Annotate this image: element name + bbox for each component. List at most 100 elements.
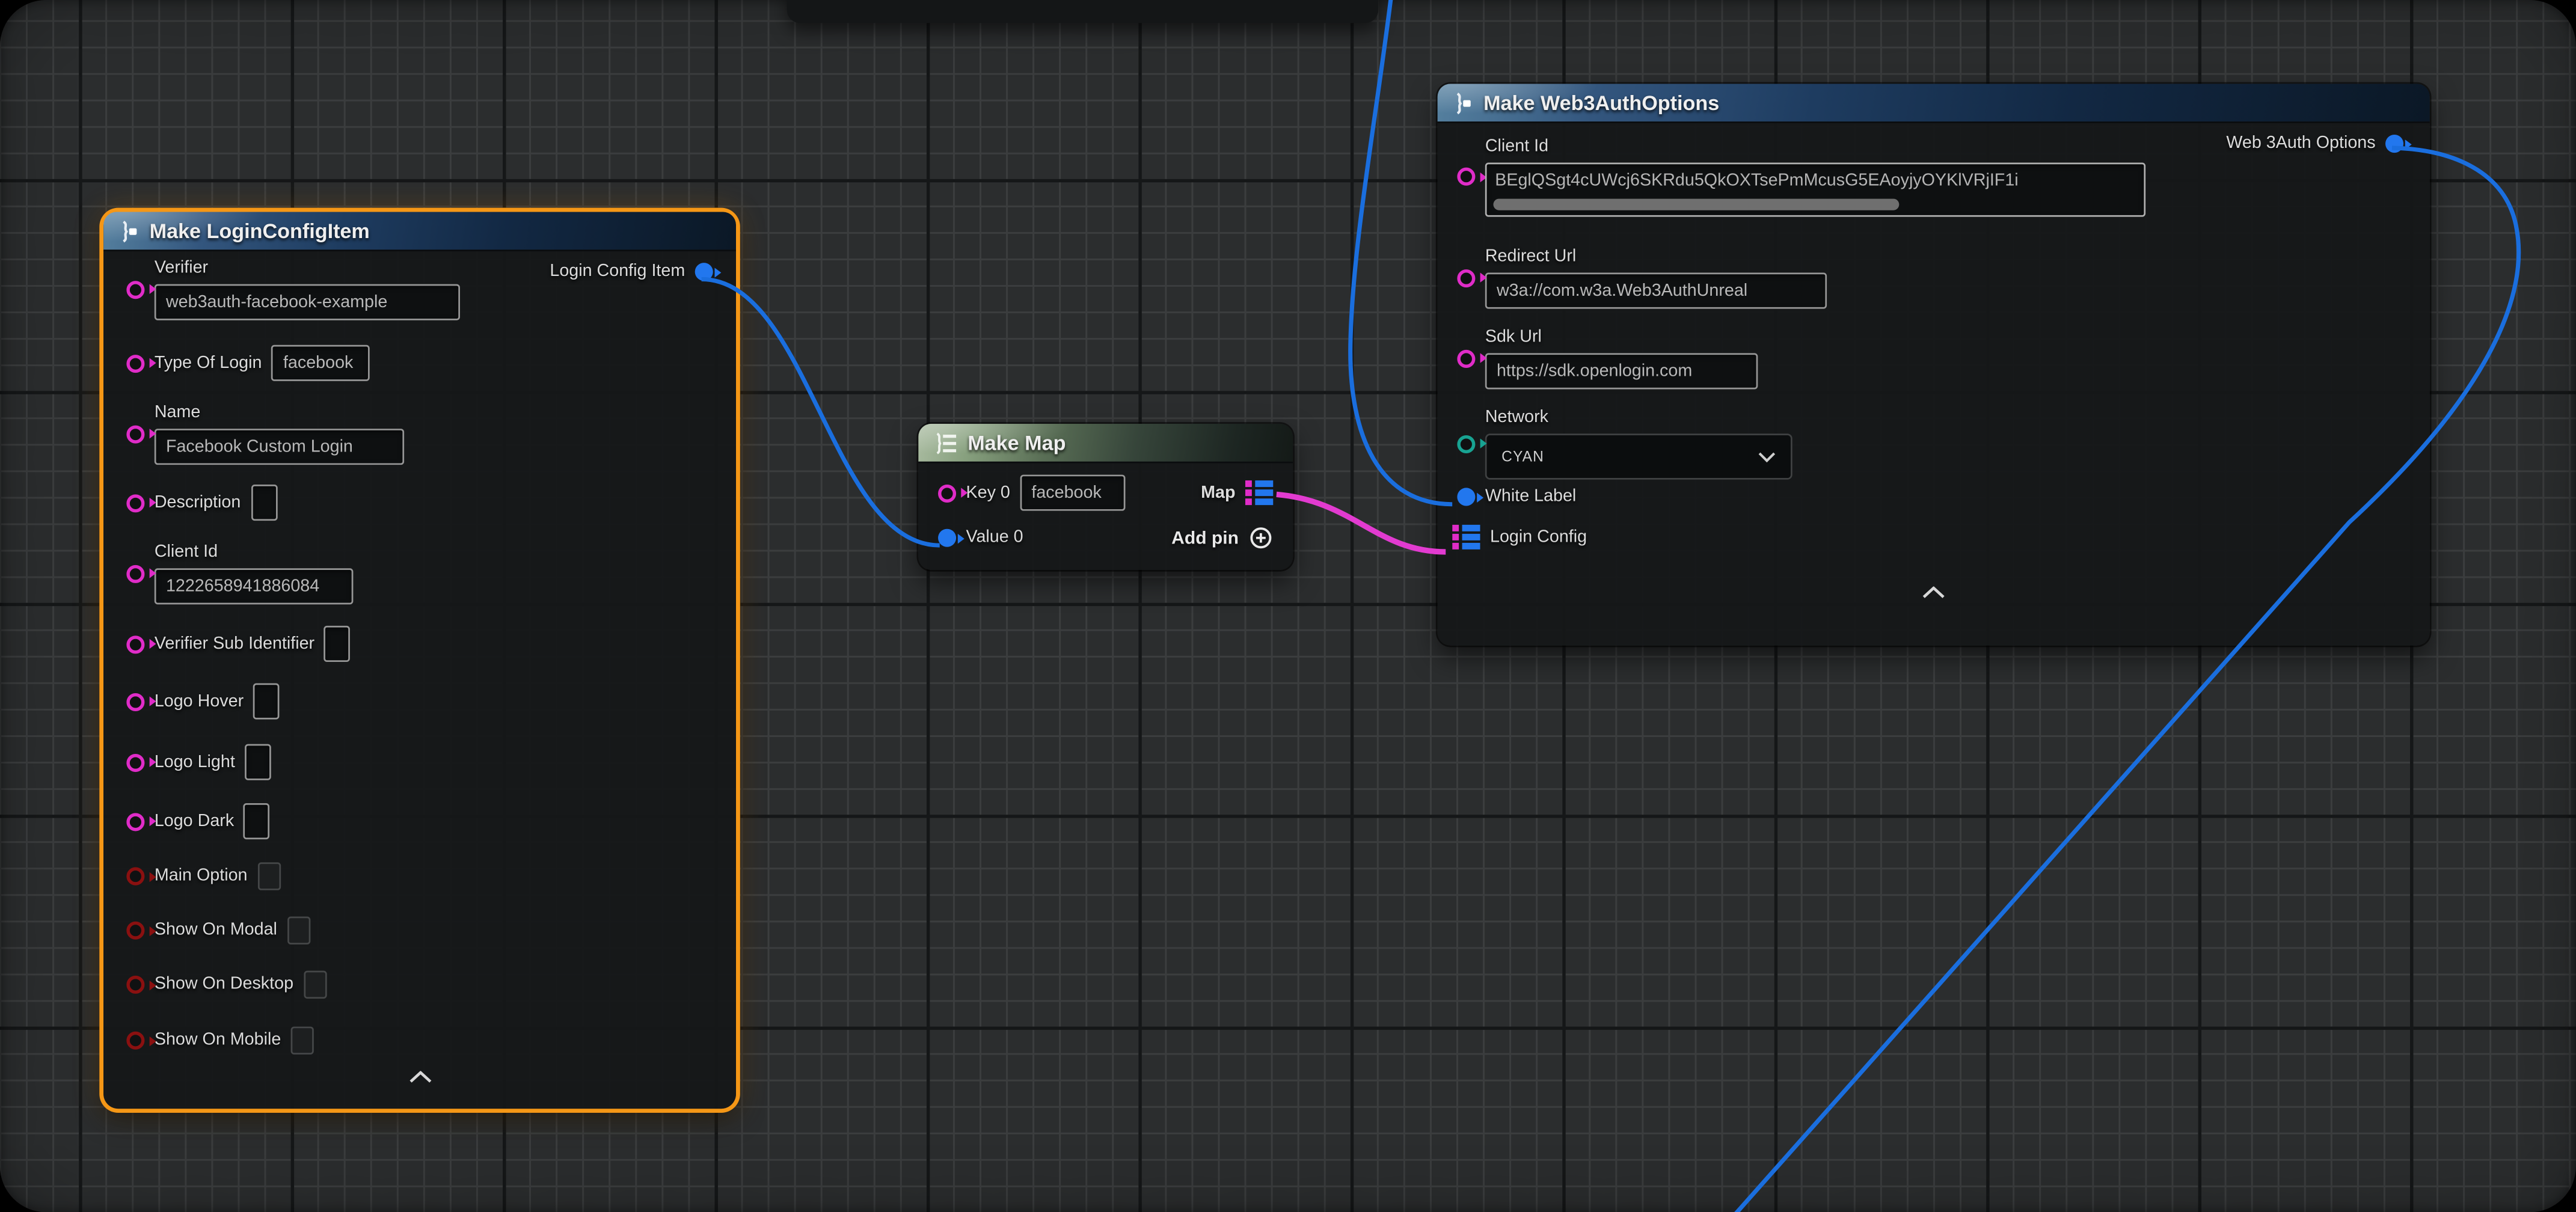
key0-input[interactable]: facebook — [1020, 475, 1125, 511]
show-on-mobile-checkbox[interactable] — [291, 1027, 314, 1054]
network-label: Network — [1485, 408, 1792, 429]
main-option-checkbox[interactable] — [257, 862, 280, 890]
redirect-url-input[interactable]: w3a://com.w3a.Web3AuthUnreal — [1485, 273, 1827, 309]
logo-hover-pin[interactable] — [126, 693, 144, 711]
chevron-down-icon — [1758, 451, 1776, 462]
login-config-label: Login Config — [1490, 527, 1587, 548]
pin-row-key0-map: Key 0 facebook Map — [938, 475, 1273, 511]
offscreen-node-bottom-edge[interactable] — [787, 0, 1379, 23]
redirect-url-pin[interactable] — [1457, 269, 1475, 287]
sdk-url-pin[interactable] — [1457, 349, 1475, 367]
node-header[interactable]: Make Map — [918, 424, 1293, 464]
pin-row-show-on-mobile: Show On Mobile — [126, 1027, 314, 1054]
add-pin-icon[interactable] — [1248, 525, 1273, 550]
map-output-label: Map — [1201, 482, 1235, 504]
node-header[interactable]: Make LoginConfigItem — [103, 212, 736, 251]
show-on-modal-checkbox[interactable] — [287, 917, 310, 944]
show-on-desktop-checkbox[interactable] — [303, 971, 326, 999]
show-on-mobile-pin[interactable] — [126, 1032, 144, 1050]
pin-row-white-label: White Label — [1457, 486, 1576, 508]
verifier-pin[interactable] — [126, 280, 144, 298]
pin-row-redirect-url: Redirect Url w3a://com.w3a.Web3AuthUnrea… — [1457, 246, 1827, 309]
pin-row-main-option: Main Option — [126, 862, 280, 890]
node-title: Make LoginConfigItem — [150, 219, 370, 242]
pin-row-sdk-url: Sdk Url https://sdk.openlogin.com — [1457, 327, 1758, 390]
logo-light-pin[interactable] — [126, 753, 144, 771]
node-make-web3authoptions[interactable]: Make Web3AuthOptions Web 3Auth Options C… — [1438, 84, 2430, 645]
client-id-label: Client Id — [1485, 136, 2145, 158]
pin-row-verifier-sub-identifier: Verifier Sub Identifier — [126, 626, 351, 662]
redirect-url-label: Redirect Url — [1485, 246, 1827, 268]
client-id-input[interactable]: BEglQSgt4cUWcj6SKRdu5QkOXTsePmMcusG5EAoy… — [1485, 162, 2145, 216]
node-title: Make Map — [968, 431, 1066, 454]
logo-light-label: Logo Light — [155, 751, 235, 773]
pin-row-logo-hover: Logo Hover — [126, 684, 280, 720]
output-pin-label: Web 3Auth Options — [2226, 133, 2375, 155]
output-pin-row: Login Config Item — [550, 261, 713, 283]
main-option-pin[interactable] — [126, 868, 144, 886]
web3auth-options-output-pin[interactable] — [2385, 135, 2403, 153]
value0-pin[interactable] — [938, 529, 956, 547]
node-make-loginconfigitem[interactable]: Make LoginConfigItem Login Config Item V… — [103, 212, 736, 1109]
verifier-input[interactable]: web3auth-facebook-example — [155, 284, 460, 320]
logo-light-input[interactable] — [245, 744, 271, 780]
pin-row-type-of-login: Type Of Login facebook — [126, 345, 370, 381]
key0-pin[interactable] — [938, 484, 956, 502]
client-id-pin[interactable] — [1457, 168, 1475, 186]
description-input[interactable] — [251, 485, 277, 521]
client-id-scrollbar[interactable] — [1493, 199, 1899, 210]
output-pin-label: Login Config Item — [550, 261, 685, 283]
type-of-login-label: Type Of Login — [155, 352, 262, 374]
pin-row-client-id: Client Id BEglQSgt4cUWcj6SKRdu5QkOXTsePm… — [1457, 136, 2145, 217]
network-selected-value: CYAN — [1501, 448, 1544, 465]
output-pin-row: Web 3Auth Options — [2226, 133, 2403, 155]
pin-row-name: Name Facebook Custom Login — [126, 402, 404, 465]
show-on-desktop-label: Show On Desktop — [155, 974, 293, 996]
pin-row-logo-light: Logo Light — [126, 744, 271, 780]
description-label: Description — [155, 492, 241, 513]
name-input[interactable]: Facebook Custom Login — [155, 429, 404, 465]
type-of-login-pin[interactable] — [126, 354, 144, 372]
add-pin-label[interactable]: Add pin — [1171, 528, 1239, 548]
pin-row-description: Description — [126, 485, 277, 521]
pin-row-logo-dark: Logo Dark — [126, 803, 270, 839]
white-label-pin[interactable] — [1457, 488, 1475, 506]
pin-row-show-on-desktop: Show On Desktop — [126, 971, 326, 999]
map-output-pin[interactable] — [1245, 480, 1273, 506]
collapse-node-chevron-icon[interactable] — [409, 1071, 432, 1084]
value0-label: Value 0 — [966, 527, 1023, 549]
verifier-sub-identifier-pin[interactable] — [126, 635, 144, 653]
logo-hover-input[interactable] — [254, 684, 280, 720]
client-id-input[interactable]: 1222658941886084 — [155, 568, 354, 604]
logo-dark-pin[interactable] — [126, 812, 144, 830]
node-make-map[interactable]: Make Map Key 0 facebook Map Value 0 Add … — [918, 424, 1293, 570]
client-id-pin[interactable] — [126, 564, 144, 582]
sdk-url-label: Sdk Url — [1485, 327, 1758, 349]
main-option-label: Main Option — [155, 866, 248, 887]
blueprint-graph-canvas[interactable]: Make LoginConfigItem Login Config Item V… — [0, 0, 2576, 1212]
network-pin[interactable] — [1457, 435, 1475, 453]
logo-dark-input[interactable] — [244, 803, 271, 839]
network-dropdown[interactable]: CYAN — [1485, 433, 1792, 479]
name-label: Name — [155, 402, 404, 424]
pin-row-verifier: Verifier web3auth-facebook-example — [126, 258, 460, 320]
sdk-url-input[interactable]: https://sdk.openlogin.com — [1485, 353, 1758, 389]
description-pin[interactable] — [126, 494, 144, 512]
show-on-desktop-pin[interactable] — [126, 976, 144, 994]
pin-row-login-config: Login Config — [1452, 524, 1587, 551]
type-of-login-input[interactable]: facebook — [272, 345, 370, 381]
login-config-pin[interactable] — [1452, 524, 1480, 551]
client-id-label: Client Id — [155, 542, 354, 564]
verifier-sub-identifier-input[interactable] — [325, 626, 351, 662]
show-on-modal-label: Show On Modal — [155, 920, 277, 941]
login-config-item-output-pin[interactable] — [695, 263, 713, 281]
logo-hover-label: Logo Hover — [155, 691, 244, 712]
show-on-modal-pin[interactable] — [126, 922, 144, 940]
client-id-value: BEglQSgt4cUWcj6SKRdu5QkOXTsePmMcusG5EAoy… — [1495, 171, 2141, 191]
key0-label: Key 0 — [966, 482, 1010, 504]
white-label-label: White Label — [1485, 486, 1577, 508]
name-pin[interactable] — [126, 424, 144, 442]
collapse-node-chevron-icon[interactable] — [1922, 586, 1945, 599]
node-header[interactable]: Make Web3AuthOptions — [1438, 84, 2430, 123]
pin-row-client-id: Client Id 1222658941886084 — [126, 542, 353, 605]
